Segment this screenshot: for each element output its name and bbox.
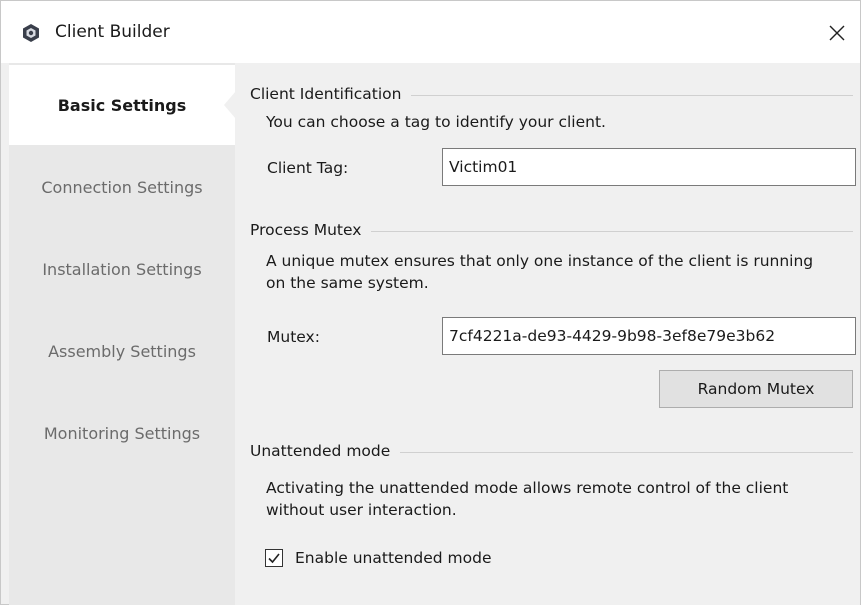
settings-sidebar: Basic Settings Connection Settings Insta…: [9, 63, 236, 605]
client-tag-input[interactable]: [442, 148, 856, 186]
mutex-input[interactable]: [442, 317, 856, 355]
window-title: Client Builder: [55, 22, 170, 42]
sidebar-item-basic-settings[interactable]: Basic Settings: [9, 65, 236, 145]
sidebar-item-installation-settings[interactable]: Installation Settings: [9, 229, 235, 309]
client-identification-description: You can choose a tag to identify your cl…: [266, 113, 606, 131]
sidebar-item-assembly-settings[interactable]: Assembly Settings: [9, 311, 235, 391]
random-mutex-button[interactable]: Random Mutex: [659, 370, 853, 408]
checkmark-icon: [268, 553, 280, 564]
sidebar-item-label: Assembly Settings: [48, 341, 196, 361]
client-builder-window: Client Builder Basic Settings Connection…: [0, 0, 861, 605]
process-mutex-description-line1: A unique mutex ensures that only one ins…: [266, 252, 814, 270]
client-identification-heading: Client Identification: [250, 85, 412, 103]
sidebar-item-label: Installation Settings: [42, 259, 202, 279]
sidebar-item-monitoring-settings[interactable]: Monitoring Settings: [9, 393, 235, 473]
sidebar-item-connection-settings[interactable]: Connection Settings: [9, 147, 235, 227]
title-bar: Client Builder: [1, 1, 860, 63]
process-mutex-description-line2: on the same system.: [266, 274, 429, 292]
client-tag-label: Client Tag:: [267, 159, 349, 177]
enable-unattended-checkbox[interactable]: [265, 549, 283, 567]
app-logo-icon: [23, 24, 39, 42]
unattended-mode-description-line1: Activating the unattended mode allows re…: [266, 479, 789, 497]
process-mutex-heading: Process Mutex: [250, 221, 372, 239]
sidebar-item-label: Basic Settings: [57, 95, 187, 115]
unattended-mode-heading: Unattended mode: [250, 442, 401, 460]
sidebar-item-label: Monitoring Settings: [43, 423, 201, 443]
mutex-label: Mutex:: [267, 328, 320, 346]
sidebar-item-label: Connection Settings: [41, 177, 203, 197]
enable-unattended-label: Enable unattended mode: [295, 549, 492, 567]
enable-unattended-checkbox-row[interactable]: Enable unattended mode: [265, 549, 491, 567]
close-button[interactable]: [814, 15, 860, 51]
close-icon: [829, 25, 845, 41]
unattended-mode-description-line2: without user interaction.: [266, 501, 457, 519]
